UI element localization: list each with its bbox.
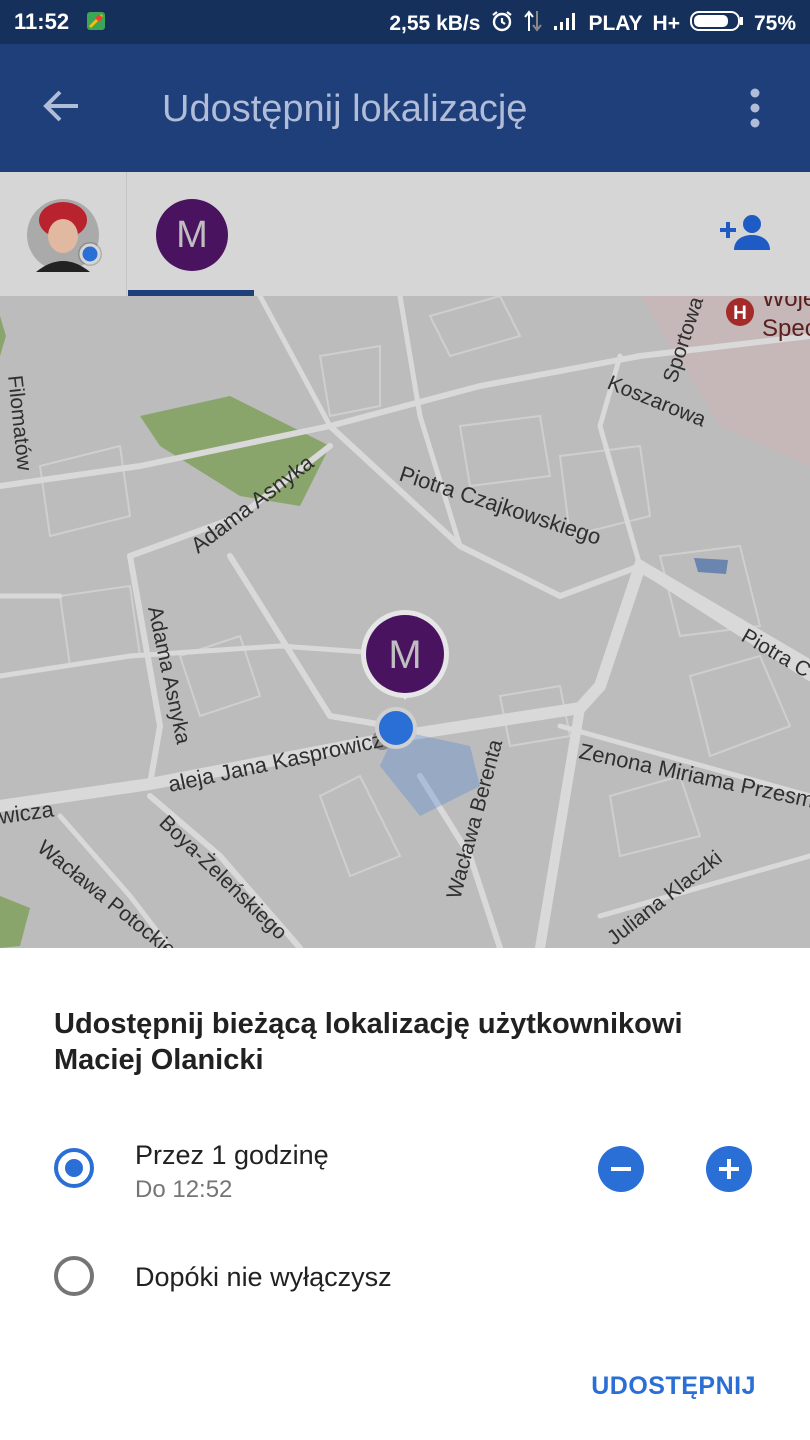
tab-divider <box>126 172 127 296</box>
marker-initial: M <box>388 633 421 677</box>
increase-time-button[interactable] <box>706 1146 752 1192</box>
share-headline: Udostępnij bieżącą lokalizację użytkowni… <box>54 1008 683 1076</box>
status-time: 11:52 <box>14 9 70 34</box>
current-location-dot <box>375 707 417 749</box>
share-sheet: Udostępnij bieżącą lokalizację użytkowni… <box>0 948 810 1440</box>
contact-tabs: M <box>0 172 810 297</box>
battery-icon <box>689 10 744 38</box>
carrier-name: PLAY <box>588 12 643 35</box>
plus-icon <box>719 1159 739 1179</box>
minus-icon <box>611 1167 631 1171</box>
person-add-icon[interactable] <box>720 212 774 257</box>
hospital-symbol: H <box>733 303 747 324</box>
hospital-icon[interactable]: H <box>726 298 754 326</box>
option-one-hour-until: Do 12:52 <box>135 1176 233 1203</box>
page-title: Udostępnij lokalizację <box>162 88 528 130</box>
decrease-time-button[interactable] <box>598 1146 644 1192</box>
radio-one-hour[interactable] <box>54 1148 94 1188</box>
my-avatar[interactable] <box>26 198 114 283</box>
back-arrow-icon[interactable] <box>40 84 84 133</box>
share-button[interactable]: UDOSTĘPNIJ <box>591 1372 756 1401</box>
more-vert-icon[interactable] <box>748 88 762 133</box>
signal-icon <box>552 11 578 37</box>
network-speed: 2,55 kB/s <box>389 12 481 35</box>
status-right: 2,55 kB/s PLAY H+ 75% <box>389 9 796 39</box>
data-transfer-icon <box>524 9 543 39</box>
poi-label: Woje <box>762 296 810 312</box>
status-bar: 11:52 2,55 kB/s PLAY H+ 75% <box>0 0 810 44</box>
poi-label: Spec <box>762 315 810 342</box>
option-until-off-label: Dopóki nie wyłączysz <box>135 1262 392 1292</box>
network-type: H+ <box>652 12 680 35</box>
alarm-icon <box>490 9 514 39</box>
maps-notification-icon <box>86 11 106 36</box>
app-bar: Udostępnij lokalizację <box>0 44 810 172</box>
battery-percent: 75% <box>753 12 796 35</box>
option-one-hour-label: Przez 1 godzinę <box>135 1140 329 1170</box>
radio-until-off[interactable] <box>54 1256 94 1296</box>
map-view[interactable]: Filomatów Koszarowa Sportowa Piotra Czaj… <box>0 296 810 948</box>
contact-avatar[interactable]: M <box>156 199 228 271</box>
water-area <box>694 558 728 574</box>
